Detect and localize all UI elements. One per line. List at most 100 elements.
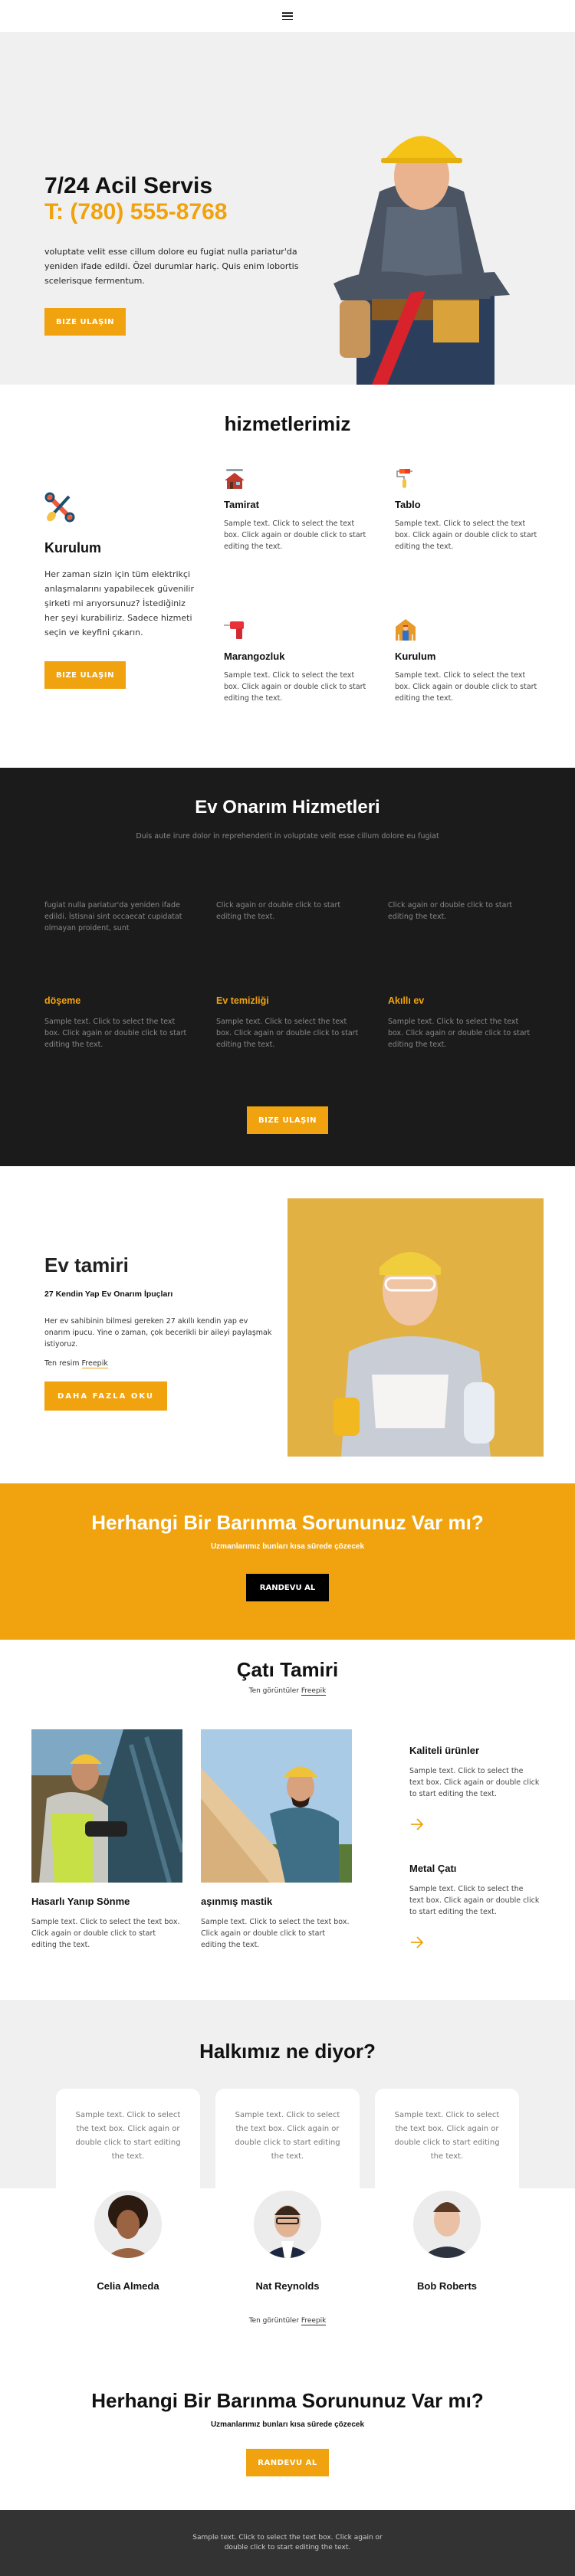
testimonials-title: Halkımız ne diyor?: [199, 2040, 376, 2063]
services-title: hizmetlerimiz: [224, 412, 351, 435]
ev-tamiri-text: Her ev sahibinin bilmesi gereken 27 akıl…: [44, 1317, 272, 1349]
roof-card-text: Sample text. Click to select the text bo…: [201, 1918, 350, 1949]
home-repair-column-text: Sample text. Click to select the text bo…: [44, 1018, 187, 1049]
hamburger-menu-icon[interactable]: [282, 12, 293, 20]
appointment-button[interactable]: RANDEVU AL: [246, 1574, 329, 1601]
appointment-button[interactable]: RANDEVU AL: [246, 2449, 329, 2476]
home-repair-column-text: Sample text. Click to select the text bo…: [216, 1018, 359, 1049]
testimonial-card: Sample text. Click to select the text bo…: [375, 2089, 519, 2319]
testimonial-text: Sample text. Click to select the text bo…: [75, 2111, 181, 2161]
testimonial-card: Sample text. Click to select the text bo…: [215, 2089, 360, 2319]
home-repair-title: Ev Onarım Hizmetleri: [195, 797, 380, 818]
roof-feature-text: Sample text. Click to select the text bo…: [409, 1767, 540, 1798]
testimonial-text: Sample text. Click to select the text bo…: [235, 2111, 340, 2161]
avatar: [94, 2191, 162, 2258]
home-repair-column-title: döşeme: [44, 995, 81, 1006]
roof-repair-section: Çatı Tamiri Ten görüntüler Freepik Hasar…: [0, 1640, 575, 2000]
roof-card: Hasarlı Yanıp Sönme Sample text. Click t…: [31, 1729, 185, 1951]
roof-card-title: aşınmış mastik: [201, 1896, 273, 1907]
services-contact-button[interactable]: BIZE ULAŞIN: [44, 661, 126, 689]
ev-tamiri-title: Ev tamiri: [44, 1254, 129, 1277]
arrow-right-icon[interactable]: [409, 1935, 425, 1950]
freepik-link[interactable]: Freepik: [301, 2317, 327, 2325]
cta-banner-yellow: Herhangi Bir Barınma Sorununuz Var mı? U…: [0, 1483, 575, 1640]
home-repair-top-text: Click again or double click to start edi…: [216, 901, 341, 921]
freepik-link[interactable]: Freepik: [81, 1359, 108, 1368]
roof-feature-text: Sample text. Click to select the text bo…: [409, 1885, 540, 1916]
testimonial-name: Celia Almeda: [97, 2280, 159, 2292]
roof-card-text: Sample text. Click to select the text bo…: [31, 1918, 180, 1949]
credit-prefix: Ten görüntüler: [248, 2317, 299, 2325]
roof-card-title: Hasarlı Yanıp Sönme: [31, 1896, 130, 1907]
cta-subtitle: Uzmanlarımız bunları kısa sürede çözecek: [210, 1542, 365, 1551]
roof-feature: Metal Çatı Sample text. Click to select …: [409, 1863, 540, 1954]
image-credit: Ten görüntüler Freepik: [0, 1687, 575, 1696]
cta-title: Herhangi Bir Barınma Sorununuz Var mı?: [91, 1511, 484, 1534]
hero-description: voluptate velit esse cillum dolore eu fu…: [44, 247, 299, 286]
house-repair-icon: [225, 469, 245, 489]
ev-tamiri-text-block: Ev tamiri 27 Kendin Yap Ev Onarım İpuçla…: [44, 1254, 274, 1411]
home-repair-subtitle: Duis aute irure dolor in reprehenderit i…: [136, 832, 439, 841]
hero-text-block: 7/24 Acil Servis T: (780) 555-8768 volup…: [44, 174, 305, 336]
home-repair-column: Ev temizliği Sample text. Click to selec…: [216, 995, 362, 1050]
ev-tamiri-section: Ev tamiri 27 Kendin Yap Ev Onarım İpuçla…: [0, 1166, 575, 1483]
service-item-title: Tamirat: [224, 499, 259, 510]
service-item: Marangozluk Sample text. Click to select…: [224, 619, 370, 704]
home-repair-column-title: Ev temizliği: [216, 995, 269, 1006]
paint-roller-icon: [396, 469, 412, 488]
service-item-text: Sample text. Click to select the text bo…: [395, 519, 537, 551]
services-section: hizmetlerimiz Kurulum Her zaman sizin iç…: [0, 385, 575, 768]
roof-feature-title: Kaliteli ürünler: [409, 1745, 480, 1756]
image-credit: Ten görüntüler Freepik: [0, 2317, 575, 2325]
roof-feature-title: Metal Çatı: [409, 1863, 457, 1874]
service-main-text: Her zaman sizin için tüm elektrikçi anla…: [44, 569, 195, 637]
hero-phone: T: (780) 555-8768: [44, 199, 228, 224]
home-repair-contact-button[interactable]: BIZE ULAŞIN: [247, 1106, 328, 1134]
roof-title: Çatı Tamiri: [236, 1658, 339, 1681]
service-item-title: Kurulum: [395, 651, 436, 662]
service-item-text: Sample text. Click to select the text bo…: [224, 671, 366, 703]
home-repair-top-text: Click again or double click to start edi…: [388, 901, 513, 921]
cta-title: Herhangi Bir Barınma Sorununuz Var mı?: [91, 2389, 484, 2412]
freepik-link[interactable]: Freepik: [301, 1687, 327, 1696]
service-item: Kurulum Sample text. Click to select the…: [395, 619, 540, 704]
service-main-title: Kurulum: [44, 540, 101, 556]
avatar: [254, 2191, 321, 2258]
image-credit: Ten resim Freepik: [44, 1359, 274, 1368]
hero-title: 7/24 Acil Servis: [44, 173, 213, 198]
service-item: Tablo Sample text. Click to select the t…: [395, 467, 540, 552]
site-header: [0, 0, 575, 32]
construction-worker-photo: [334, 136, 510, 385]
home-repair-column: Akıllı ev Sample text. Click to select t…: [388, 995, 534, 1050]
contact-us-button[interactable]: BIZE ULAŞIN: [44, 308, 126, 336]
service-item-title: Marangozluk: [224, 651, 285, 662]
credit-prefix: Ten resim: [44, 1359, 80, 1368]
worker-house-icon: [396, 619, 416, 641]
drill-icon: [224, 621, 244, 639]
hero-section: 7/24 Acil Servis T: (780) 555-8768 volup…: [0, 32, 575, 385]
woman-worker-photo: [288, 1198, 544, 1457]
home-repair-column-title: Akıllı ev: [388, 995, 425, 1006]
service-item-text: Sample text. Click to select the text bo…: [224, 519, 366, 551]
tools-icon: [44, 492, 75, 523]
footer-text: Sample text. Click to select the text bo…: [192, 2534, 383, 2551]
home-repair-column-text: Sample text. Click to select the text bo…: [388, 1018, 531, 1049]
roof-card: aşınmış mastik Sample text. Click to sel…: [201, 1729, 352, 1951]
site-footer: Sample text. Click to select the text bo…: [0, 2510, 575, 2576]
home-repair-column: döşeme Sample text. Click to select the …: [44, 995, 190, 1050]
testimonial-name: Bob Roberts: [417, 2280, 477, 2292]
service-item-text: Sample text. Click to select the text bo…: [395, 671, 537, 703]
cta-banner-white: Herhangi Bir Barınma Sorununuz Var mı? U…: [0, 2337, 575, 2510]
roof-worker-drill-photo: [31, 1729, 185, 1883]
roof-worker-hammer-photo: [201, 1729, 352, 1883]
credit-prefix: Ten görüntüler: [248, 1687, 299, 1695]
cta-subtitle: Uzmanlarımız bunları kısa sürede çözecek: [210, 2420, 365, 2429]
arrow-right-icon[interactable]: [409, 1817, 425, 1832]
ev-tamiri-subtitle: 27 Kendin Yap Ev Onarım İpuçları: [44, 1290, 173, 1299]
home-repair-section: Ev Onarım Hizmetleri Duis aute irure dol…: [0, 768, 575, 1166]
roof-feature: Kaliteli ürünler Sample text. Click to s…: [409, 1745, 540, 1836]
testimonials-section: Halkımız ne diyor? Sample text. Click to…: [0, 2000, 575, 2337]
testimonial-name: Nat Reynolds: [255, 2280, 320, 2292]
avatar: [413, 2191, 481, 2258]
read-more-button[interactable]: DAHA FAZLA OKU: [44, 1381, 167, 1411]
